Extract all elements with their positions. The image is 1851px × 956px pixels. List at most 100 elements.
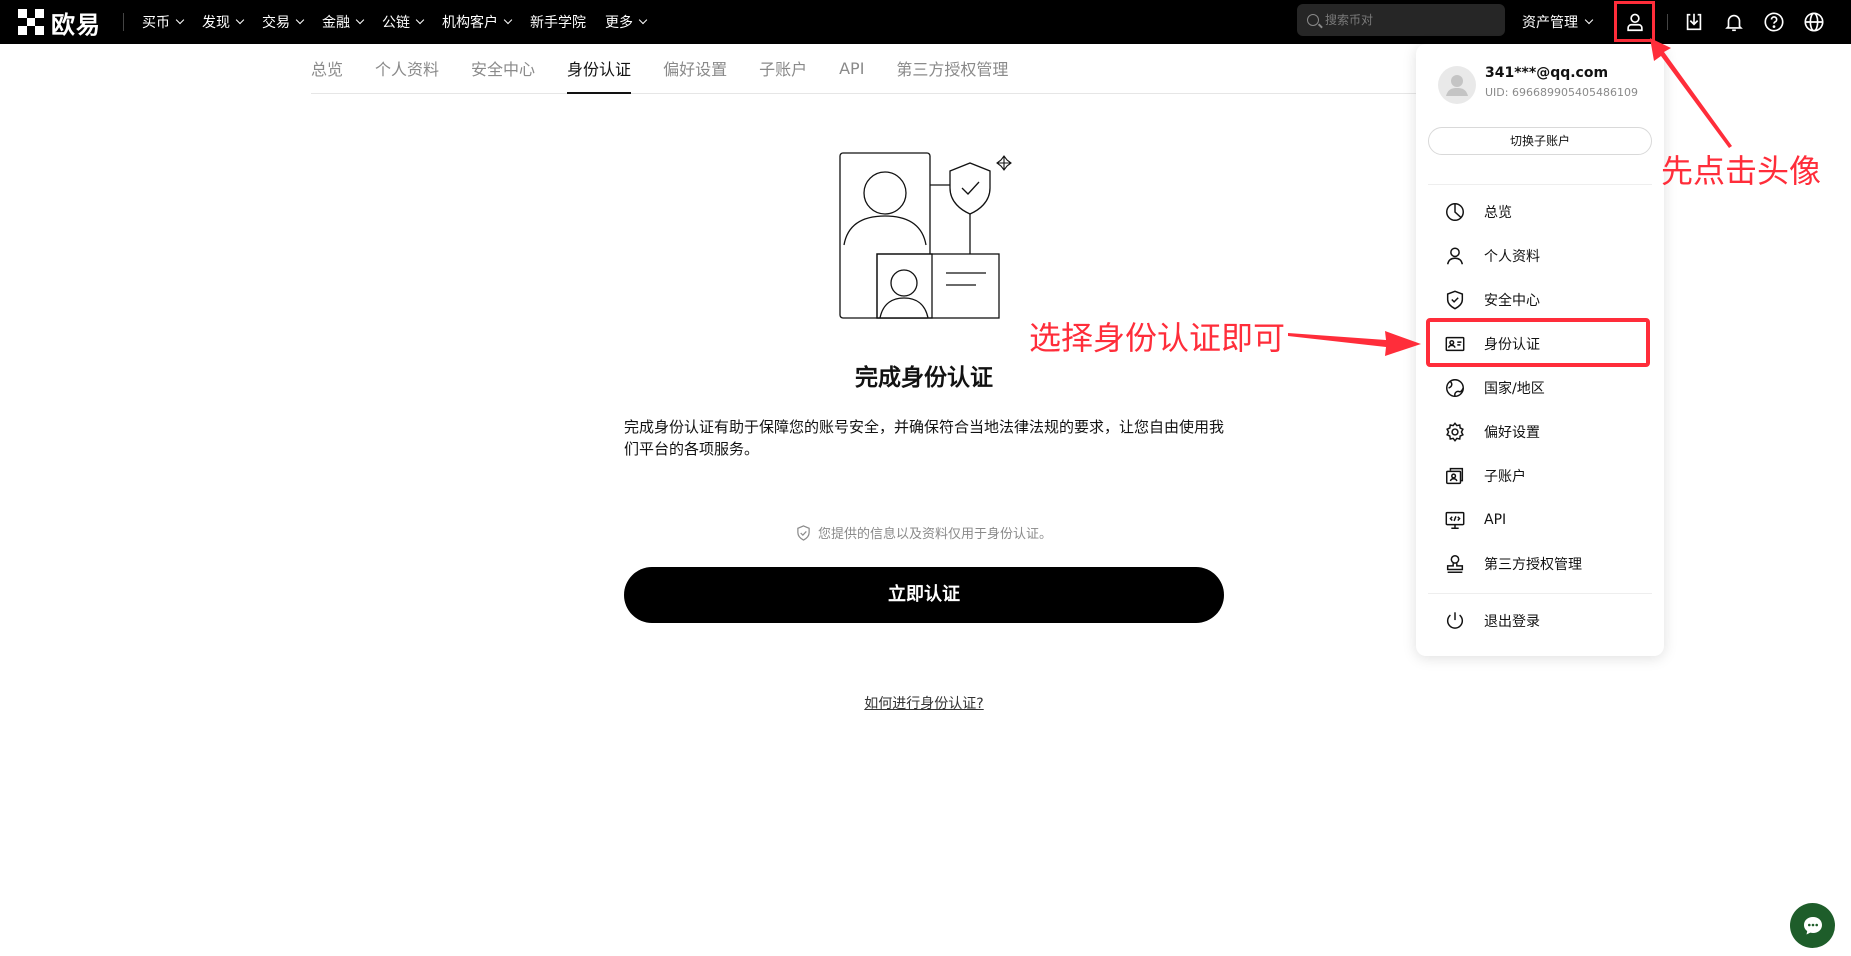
menu-item-label: 身份认证 [1484,337,1540,353]
pie-chart-icon [1446,203,1464,221]
tab-api[interactable]: API [839,43,864,93]
nav-item-discover[interactable]: 发现 [202,12,245,32]
gear-icon [1446,422,1464,442]
menu-item-country-region[interactable]: 国家/地区 [1428,366,1652,410]
page-description: 完成身份认证有助于保障您的账号安全，并确保符合当地法律法规的要求，让您自由使用我… [624,418,1225,458]
menu-item-third-party-auth[interactable]: 第三方授权管理 [1428,542,1652,586]
person-icon [1446,247,1464,265]
chevron-down-icon [235,15,245,25]
tab-sub-accounts[interactable]: 子账户 [759,43,807,93]
menu-item-sub-accounts[interactable]: 子账户 [1428,454,1652,498]
chevron-down-icon [638,15,648,25]
globe-icon [1804,12,1824,32]
menu-item-label: 总览 [1484,205,1512,221]
divider [123,13,124,31]
menu-item-label: 偏好设置 [1484,425,1540,441]
page-title: 完成身份认证 [855,365,993,391]
avatar-button[interactable] [1614,1,1655,42]
how-to-verify-link[interactable]: 如何进行身份认证? [600,693,1248,713]
avatar-placeholder-icon [1446,75,1468,96]
annotation-choose-identity: 选择身份认证即可 [1029,319,1286,357]
arrow-to-identity [1288,331,1421,356]
brand-name: 欧易 [51,10,101,39]
menu-item-label: API [1484,512,1507,528]
chevron-down-icon [503,15,513,25]
logout-button[interactable]: 退出登录 [1428,599,1652,643]
chevron-down-icon [175,15,185,25]
nav-item-trade[interactable]: 交易 [262,12,305,32]
nav-item-finance[interactable]: 金融 [322,12,365,32]
tab-identity-verification[interactable]: 身份认证 [567,43,632,94]
logo[interactable]: 欧易 [18,0,101,44]
language-button[interactable] [1800,8,1828,36]
nav-label: 新手学院 [530,15,586,31]
nav-label: 买币 [142,15,170,31]
stamp-icon [1446,555,1464,573]
nav-item-academy[interactable]: 新手学院 [530,12,586,32]
menu-item-label: 第三方授权管理 [1484,557,1582,573]
switch-sub-account-button[interactable]: 切换子账户 [1428,127,1652,155]
search-input[interactable] [1325,13,1485,27]
tab-profile[interactable]: 个人资料 [375,43,439,93]
globe-region-icon [1446,379,1464,397]
nav-item-institutional[interactable]: 机构客户 [442,12,513,32]
logo-mark-icon [18,9,44,35]
search-box[interactable] [1297,4,1505,36]
menu-item-overview[interactable]: 总览 [1428,190,1652,234]
search-icon [1307,14,1319,26]
nav-label: 更多 [605,15,633,31]
nav-label: 公链 [382,15,410,31]
chevron-down-icon [415,15,425,25]
privacy-note: 您提供的信息以及资料仅用于身份认证。 [624,523,1224,542]
tab-preferences[interactable]: 偏好设置 [663,43,727,93]
account-dropdown: 341***@qq.com UID: 696689905405486109 切换… [1416,44,1664,656]
asset-management-label: 资产管理 [1522,15,1578,31]
sub-account-icon [1446,467,1464,485]
privacy-note-text: 您提供的信息以及资料仅用于身份认证。 [817,527,1052,542]
annotation-click-avatar: 先点击头像 [1661,152,1822,190]
menu-item-api[interactable]: API [1428,498,1652,542]
account-email: 341***@qq.com [1485,65,1609,81]
menu-item-label: 国家/地区 [1484,381,1545,397]
shield-check-icon [797,524,810,541]
nav-item-chain[interactable]: 公链 [382,12,425,32]
divider [1667,14,1668,30]
divider [1428,593,1652,594]
help-icon [1764,12,1784,32]
download-icon [1686,13,1702,31]
tab-security[interactable]: 安全中心 [471,43,535,93]
divider [1428,184,1652,185]
menu-item-security[interactable]: 安全中心 [1428,278,1652,322]
chat-bubble-icon [1803,916,1822,934]
menu-item-identity-verification[interactable]: 身份认证 [1428,322,1652,366]
nav-label: 交易 [262,15,290,31]
chevron-down-icon [295,15,305,25]
main-nav: 买币 发现 交易 金融 公链 机构客户 新手学院 更多 [142,0,665,44]
menu-item-label: 子账户 [1484,469,1526,485]
menu-item-label: 安全中心 [1484,293,1540,309]
chevron-down-icon [355,15,365,25]
help-button[interactable] [1760,8,1788,36]
bell-icon [1725,14,1743,32]
verify-now-button[interactable]: 立即认证 [624,567,1224,623]
shield-icon [1446,290,1464,310]
id-card-icon [1445,336,1465,352]
tab-overview[interactable]: 总览 [311,43,343,93]
power-icon [1446,612,1464,629]
nav-item-buy[interactable]: 买币 [142,12,185,32]
menu-item-profile[interactable]: 个人资料 [1428,234,1652,278]
chevron-down-icon [1584,15,1594,25]
account-tabs: 总览 个人资料 安全中心 身份认证 偏好设置 子账户 API 第三方授权管理 [311,44,1544,94]
avatar [1438,66,1476,104]
menu-item-label: 个人资料 [1484,249,1540,265]
notifications-button[interactable] [1720,8,1748,36]
download-button[interactable] [1680,8,1708,36]
nav-label: 发现 [202,15,230,31]
top-bar: 欧易 买币 发现 交易 金融 公链 机构客户 新手学院 更多 资产管理 [0,0,1851,44]
nav-item-more[interactable]: 更多 [605,12,648,32]
tab-third-party-auth[interactable]: 第三方授权管理 [896,43,1008,93]
menu-item-preferences[interactable]: 偏好设置 [1428,410,1652,454]
asset-management-menu[interactable]: 资产管理 [1522,0,1594,44]
user-icon [1626,13,1643,31]
chat-support-button[interactable] [1790,903,1835,948]
